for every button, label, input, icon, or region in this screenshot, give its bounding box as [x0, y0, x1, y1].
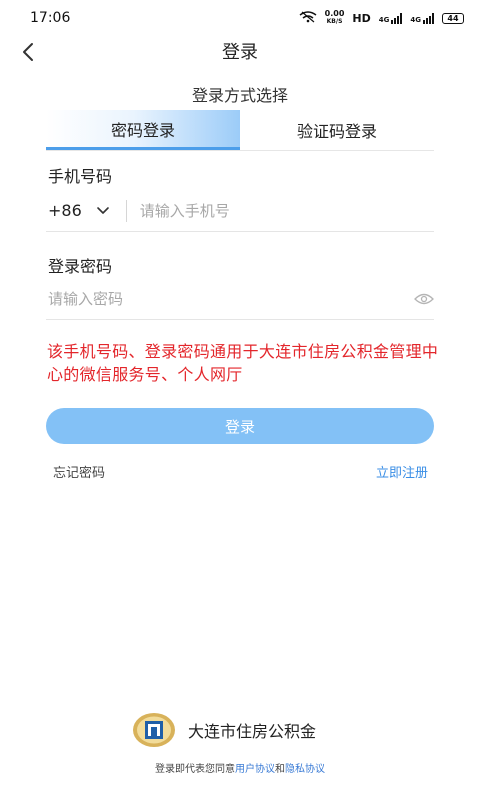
cellular-signal-icon: 4G [378, 12, 403, 24]
privacy-agreement-link[interactable]: 隐私协议 [285, 764, 325, 775]
network-type-2: 4G [410, 15, 421, 24]
chevron-down-icon[interactable] [96, 206, 110, 216]
status-bar: 17:06 0.00 KB/S HD 4G 4G 44 [0, 0, 480, 36]
status-icons: 0.00 KB/S HD 4G 4G 44 [299, 10, 464, 26]
password-input[interactable] [48, 289, 388, 308]
phone-input[interactable] [139, 201, 420, 220]
tab-code-login[interactable]: 验证码登录 [240, 110, 434, 150]
brand: 大连市住房公积金 [132, 712, 316, 748]
password-label: 登录密码 [48, 257, 113, 276]
network-speed-value: 0.00 [324, 9, 345, 18]
agreement-text: 登录即代表您同意用户协议和隐私协议 [0, 760, 480, 775]
agreement-connector: 和 [275, 764, 285, 775]
network-type-1: 4G [378, 15, 390, 24]
tab-password-login[interactable]: 密码登录 [46, 110, 240, 150]
agreement-prefix: 登录即代表您同意 [155, 764, 235, 775]
phone-field-row: +86 [46, 190, 434, 232]
status-time: 17:06 [30, 10, 71, 26]
battery-icon: 44 [442, 12, 464, 24]
network-speed: 0.00 KB/S [325, 10, 345, 26]
notice-text: 该手机号码、登录密码通用于大连市住房公积金管理中心的微信服务号、个人网厅 [47, 342, 439, 384]
hd-badge: HD [352, 11, 371, 25]
eye-icon[interactable] [414, 293, 434, 305]
forgot-password-link[interactable]: 忘记密码 [53, 462, 105, 481]
wifi-off-icon [299, 10, 317, 26]
housing-fund-logo-icon [133, 713, 175, 747]
network-speed-unit: KB/S [326, 18, 343, 25]
password-field-row [46, 278, 434, 320]
login-button[interactable]: 登录 [46, 408, 434, 444]
login-method-tabs: 密码登录 验证码登录 [46, 110, 434, 150]
tabs-divider [46, 150, 434, 151]
country-code[interactable]: +86 [48, 201, 82, 220]
brand-name: 大连市住房公积金 [188, 722, 317, 741]
phone-label: 手机号码 [48, 167, 113, 186]
login-method-title: 登录方式选择 [191, 86, 288, 105]
user-agreement-link[interactable]: 用户协议 [235, 764, 275, 775]
page-title: 登录 [222, 42, 258, 63]
cellular-signal-2-icon: 4G [410, 12, 434, 24]
register-link[interactable]: 立即注册 [376, 462, 428, 481]
divider [125, 199, 127, 222]
nav-bar: 登录 [0, 36, 480, 66]
